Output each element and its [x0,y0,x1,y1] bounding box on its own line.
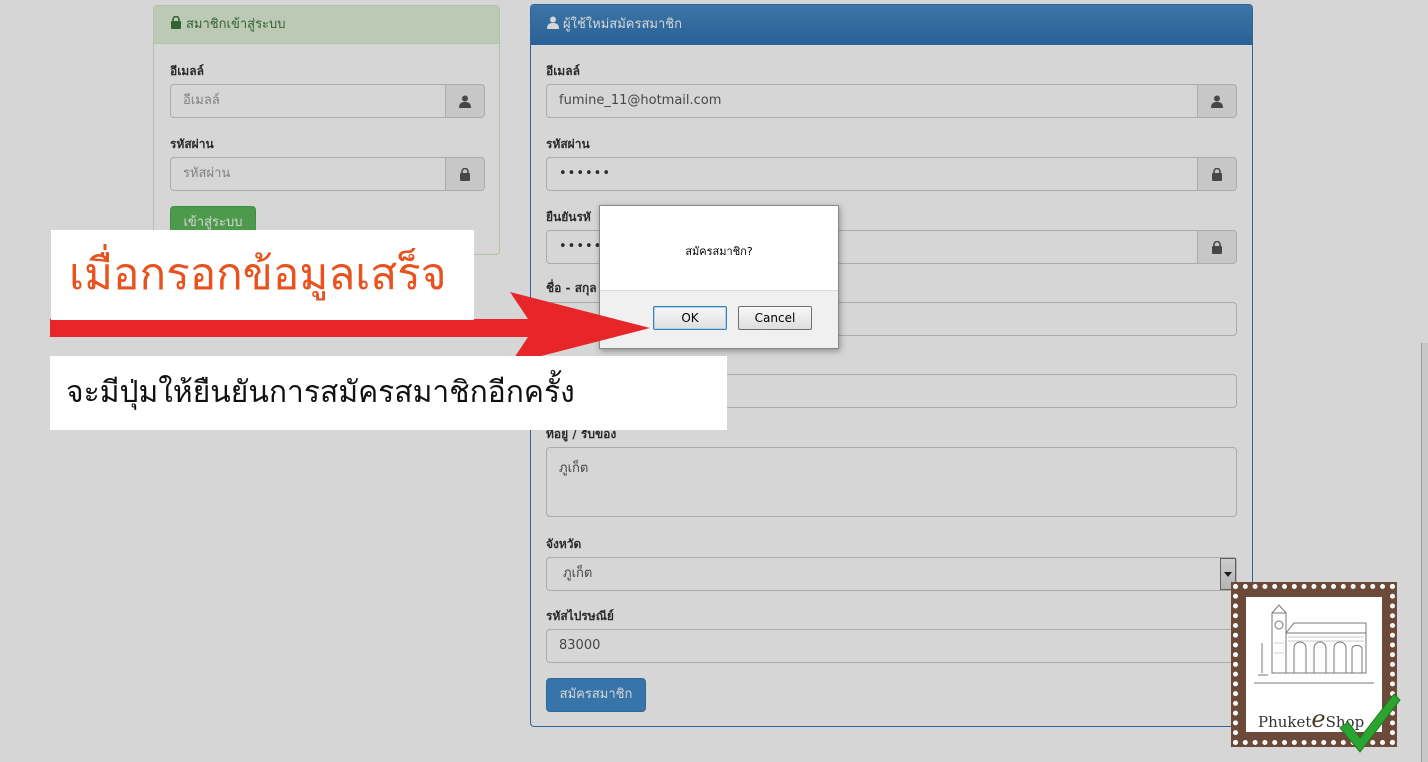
dialog-message: สมัครสมาชิก? [685,245,753,258]
checkmark-icon [1339,693,1401,753]
logo-text-e: e [1311,705,1326,733]
scrollbar[interactable] [1421,343,1428,762]
building-sketch-icon [1254,604,1374,684]
annotation-line-2: จะมีปุ่มให้ยืนยันการสมัครสมาชิกอีกครั้ง [50,356,727,430]
logo-text-phuket: Phuket [1258,713,1312,731]
annotation-line-1: เมื่อกรอกข้อมูลเสร็จ [51,230,474,320]
dialog-cancel-button[interactable]: Cancel [738,306,812,330]
dialog-ok-button[interactable]: OK [653,306,727,330]
